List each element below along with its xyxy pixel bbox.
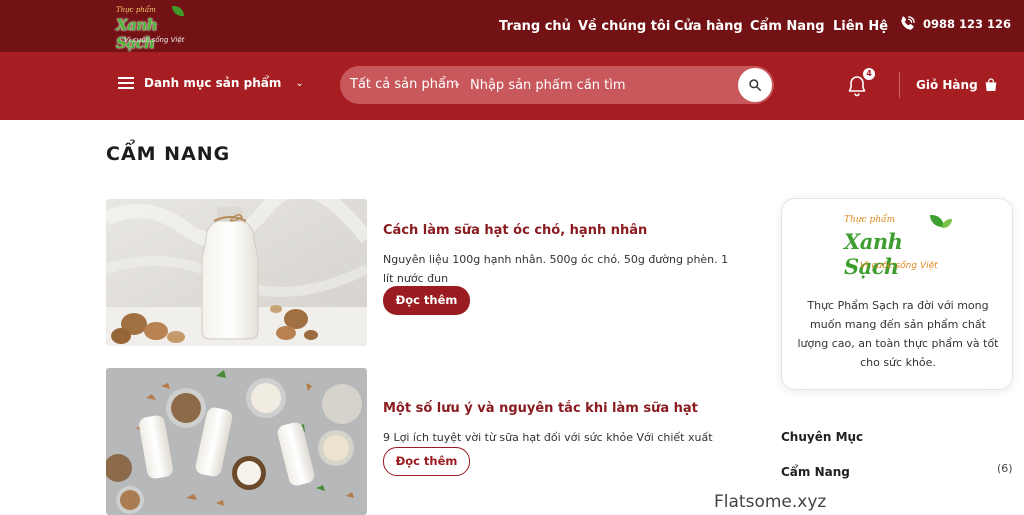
milk-bottle-photo — [106, 199, 367, 346]
category-menu-button[interactable]: Danh mục sản phẩm ⌄ — [118, 76, 304, 90]
chevron-down-icon: ⌄ — [295, 77, 304, 89]
sidebar-logo: Thực phẩm Xanh Sạch Vì cuộc sống Việt — [842, 211, 962, 281]
nut-milk-photo — [106, 368, 367, 515]
logo-script: Thực phẩm — [844, 215, 896, 225]
cart-label: Giỏ Hàng — [916, 78, 978, 92]
post-image[interactable] — [106, 199, 367, 346]
search-bar: Tất cả sản phẩm ⌄ — [340, 66, 774, 104]
logo-tagline: Vì cuộc sống Việt — [860, 261, 938, 271]
leaf-icon — [942, 219, 952, 228]
hamburger-icon — [118, 77, 134, 89]
post-excerpt: Nguyên liệu 100g hạnh nhân. 500g óc chó.… — [383, 253, 729, 285]
category-menu-label: Danh mục sản phẩm — [144, 76, 282, 90]
logo-script: Thực phẩm — [116, 6, 156, 14]
logo-tagline: Vì cuộc sống Việt — [124, 36, 185, 44]
site-logo[interactable]: Thực phẩm Xanh Sạch Vì cuộc sống Việt — [112, 4, 192, 52]
logo-brand: Xanh Sạch — [116, 16, 158, 52]
logo-brand: Xanh Sạch — [844, 229, 903, 279]
read-more-button[interactable]: Đọc thêm — [383, 286, 470, 315]
category-count: (6) — [997, 462, 1013, 475]
post-image[interactable] — [106, 368, 367, 515]
post-title[interactable]: Một số lưu ý và nguyên tắc khi làm sữa h… — [383, 401, 698, 416]
nav-store[interactable]: Cửa hàng — [674, 0, 743, 52]
watermark: Flatsome.xyz — [714, 492, 827, 512]
notification-badge: 4 — [863, 68, 875, 80]
chevron-down-icon: ⌄ — [453, 78, 462, 89]
nav-handbook[interactable]: Cẩm Nang — [750, 0, 825, 52]
page-title: CẨM NANG — [106, 143, 231, 165]
categories-heading: Chuyên Mục — [781, 430, 864, 444]
category-link-handbook[interactable]: Cẩm Nang — [781, 465, 850, 479]
post-title[interactable]: Cách làm sữa hạt óc chó, hạnh nhân — [383, 223, 647, 238]
nav-about-label[interactable]: Về chúng tôi — [578, 19, 670, 34]
read-more-button[interactable]: Đọc thêm — [383, 447, 470, 476]
nav-contact[interactable]: Liên Hệ — [833, 0, 888, 52]
phone-contact[interactable]: 0988 123 126 — [897, 14, 1011, 34]
search-icon — [749, 79, 762, 92]
shopping-bag-icon — [985, 78, 997, 91]
nav-home[interactable]: Trang chủ — [499, 0, 571, 52]
nav-contact-label[interactable]: Liên Hệ — [833, 19, 888, 34]
nav-store-label[interactable]: Cửa hàng — [674, 19, 743, 34]
phone-number[interactable]: 0988 123 126 — [923, 17, 1011, 31]
post-excerpt: 9 Lợi ích tuyệt vời từ sữa hạt đối với s… — [383, 431, 713, 444]
cart-button[interactable]: Giỏ Hàng — [916, 77, 999, 93]
nav-about[interactable]: Về chúng tôi — [578, 0, 670, 52]
search-button[interactable] — [738, 68, 772, 102]
divider — [899, 72, 900, 98]
search-category-select[interactable]: Tất cả sản phẩm — [350, 77, 459, 92]
about-description: Thực Phẩm Sạch ra đời với mong muốn mang… — [797, 299, 999, 369]
phone-icon — [901, 16, 915, 30]
nav-handbook-label[interactable]: Cẩm Nang — [750, 19, 825, 34]
leaf-icon — [172, 6, 184, 16]
search-input[interactable] — [470, 70, 730, 100]
nav-home-label[interactable]: Trang chủ — [499, 19, 571, 34]
about-widget: Thực phẩm Xanh Sạch Vì cuộc sống Việt Th… — [781, 198, 1013, 390]
